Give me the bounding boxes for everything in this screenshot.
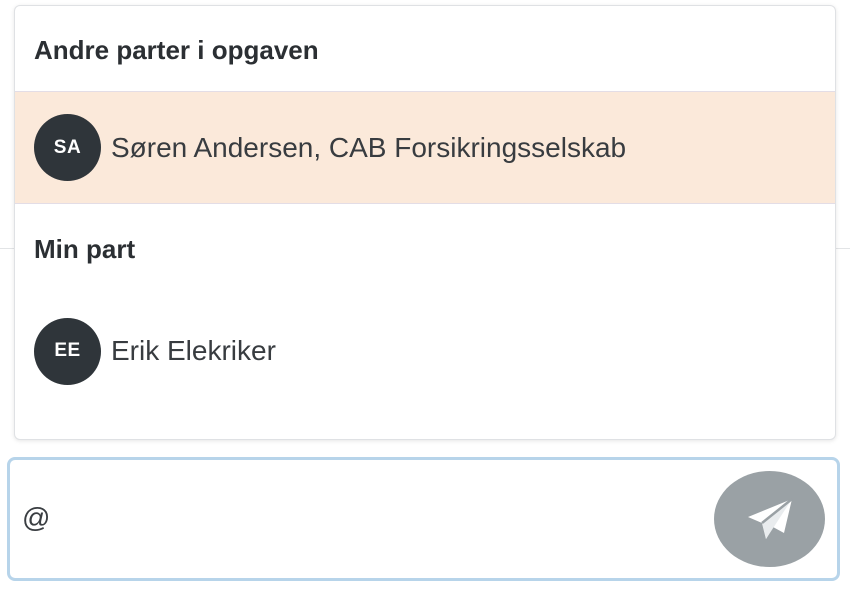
my-party-heading: Min part: [34, 234, 136, 264]
send-button[interactable]: [714, 471, 825, 567]
mention-suggestions-popup: Andre parter i opgaven SA Søren Andersen…: [14, 5, 836, 440]
section-divider: [15, 203, 835, 204]
message-input[interactable]: [22, 488, 682, 548]
message-compose-area: Andre parter i opgaven SA Søren Andersen…: [0, 0, 850, 594]
avatar: SA: [34, 114, 101, 181]
mention-option-erik-elekriker[interactable]: EE Erik Elekriker: [15, 296, 835, 406]
mention-option-soren-andersen[interactable]: SA Søren Andersen, CAB Forsikringsselska…: [15, 92, 835, 203]
other-parties-heading: Andre parter i opgaven: [34, 35, 319, 65]
avatar: EE: [34, 317, 101, 385]
mention-option-label: Erik Elekriker: [111, 335, 276, 366]
mention-option-label: Søren Andersen, CAB Forsikringsselskab: [111, 131, 627, 163]
paper-plane-icon: [746, 497, 794, 541]
message-composer: [7, 457, 840, 581]
